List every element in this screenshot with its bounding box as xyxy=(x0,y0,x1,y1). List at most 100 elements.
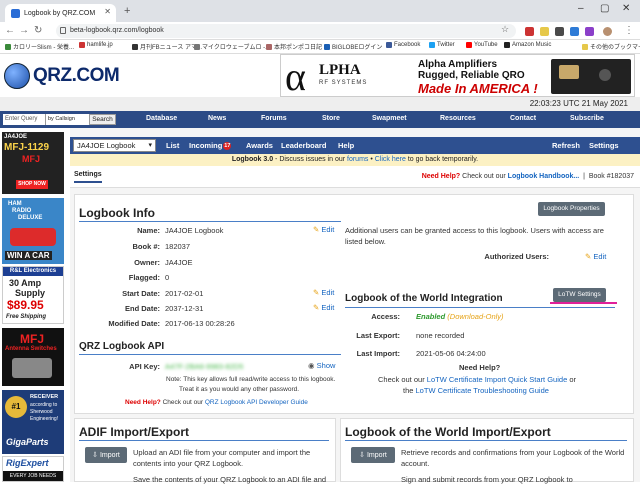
extension-icon[interactable] xyxy=(525,27,534,36)
ad-line2: Rugged, Reliable QRO xyxy=(418,70,525,81)
search-type-select[interactable]: by Callsign xyxy=(45,114,89,125)
gigaparts-ad[interactable]: #1 RECEIVER according to Sherwood Engine… xyxy=(2,390,64,454)
menu-resources[interactable]: Resources xyxy=(440,115,476,122)
adif-import-button[interactable]: ⇩ Import xyxy=(85,447,127,463)
api-note2: Treat it as you would any other password… xyxy=(179,386,300,393)
edit-end-date[interactable]: ✎ Edit xyxy=(313,303,334,312)
main-menu: Enter Query by Callsign Search Database … xyxy=(0,111,640,128)
modified-date: 2017-06-13 00:28:26 xyxy=(165,319,235,328)
url-text: beta-logbook.qrz.com/logbook xyxy=(70,27,164,34)
edit-name[interactable]: ✎ Edit xyxy=(313,225,334,234)
lotw-troubleshooting-link[interactable]: LoTW Certificate Troubleshooting Guide xyxy=(416,386,549,395)
divider xyxy=(345,307,615,308)
nav-leaderboard[interactable]: Leaderboard xyxy=(281,141,326,150)
alpha-symbol: α xyxy=(285,54,306,99)
lotw-ie-title: Logbook of the World Import/Export xyxy=(345,425,551,439)
owner-link[interactable]: JA4JOE xyxy=(165,258,193,267)
nav-settings[interactable]: Settings xyxy=(589,141,619,150)
nav-help[interactable]: Help xyxy=(338,141,354,150)
bookmark-item[interactable]: hamlife.jp xyxy=(79,42,113,48)
menu-swapmeet[interactable]: Swapmeet xyxy=(372,115,407,122)
rl-electronics-ad[interactable]: R&L Electronics 30 Amp Supply $89.95 Fre… xyxy=(2,266,64,324)
lotw-import-button[interactable]: ⇩ Import xyxy=(351,447,395,463)
back-icon[interactable]: ← xyxy=(5,25,15,36)
show-api-key[interactable]: ◉ Show xyxy=(308,361,335,370)
pencil-icon: ✎ xyxy=(313,303,320,312)
bookmark-item[interactable]: YouTube xyxy=(466,42,498,48)
handbook-link[interactable]: Logbook Handbook... xyxy=(508,173,580,180)
bookmark-item[interactable]: 月刊FBニュース アマ... xyxy=(132,42,202,51)
lock-icon xyxy=(60,27,66,34)
profile-avatar[interactable] xyxy=(603,27,612,36)
bookmark-item[interactable]: Amazon Music xyxy=(504,42,551,48)
menu-subscribe[interactable]: Subscribe xyxy=(570,115,604,122)
lotw-settings-button[interactable]: LoTW Settings xyxy=(553,288,606,302)
ad-brand: LPHA xyxy=(319,62,361,78)
menu-contact[interactable]: Contact xyxy=(510,115,536,122)
nav-awards[interactable]: Awards xyxy=(246,141,273,150)
amazon-music-icon xyxy=(504,42,510,48)
bookmarks-bar: カロリーSlism - 栄養... hamlife.jp 月刊FBニュース アマ… xyxy=(0,40,640,54)
minimize-icon[interactable]: – xyxy=(578,3,584,14)
new-tab-icon[interactable]: + xyxy=(124,5,130,17)
edit-start-date[interactable]: ✎ Edit xyxy=(313,288,334,297)
bookmark-item[interactable]: マイクロウェーブムロ -... xyxy=(194,42,270,51)
menu-store[interactable]: Store xyxy=(322,115,340,122)
api-guide-link[interactable]: QRZ Logbook API Developer Guide xyxy=(205,399,308,406)
menu-news[interactable]: News xyxy=(208,115,226,122)
bookmark-item[interactable]: Facebook xyxy=(386,42,420,48)
alpha-amplifiers-ad[interactable]: α LPHA RF SYSTEMS Alpha Amplifiers Rugge… xyxy=(280,54,635,99)
nav-list[interactable]: List xyxy=(166,141,179,150)
shop-now-button[interactable]: SHOP NOW xyxy=(16,180,48,189)
star-icon[interactable]: ☆ xyxy=(501,24,509,35)
window-close-icon[interactable]: ✕ xyxy=(622,3,630,14)
flagged-count: 0 xyxy=(165,273,170,282)
maximize-icon[interactable]: ▢ xyxy=(600,3,609,14)
qrz-logo[interactable]: QRZ.COM xyxy=(4,63,120,89)
highlight-underline xyxy=(550,302,617,304)
lotw-import-export-panel: Logbook of the World Import/Export ⇩ Imp… xyxy=(340,418,634,484)
search-button[interactable]: Search xyxy=(89,114,116,125)
notice-banner: Logbook 3.0 - Discuss issues in our foru… xyxy=(70,154,640,166)
click-here-link[interactable]: Click here xyxy=(375,156,406,163)
menu-dots-icon[interactable]: ⋮ xyxy=(624,25,634,36)
reload-icon[interactable]: ↻ xyxy=(34,25,42,36)
url-field[interactable]: beta-logbook.qrz.com/logbook xyxy=(56,24,516,38)
bookmark-item[interactable]: その他のブックマーク xyxy=(582,42,640,51)
forums-link[interactable]: forums xyxy=(347,156,368,163)
menu-database[interactable]: Database xyxy=(146,115,177,122)
bookmark-item[interactable]: Twitter xyxy=(429,42,455,48)
bookmark-icon xyxy=(5,43,11,50)
book-number: Book #182037 xyxy=(588,173,634,180)
mfj-antenna-switch-ad[interactable]: MFJ Antenna Switches xyxy=(2,328,64,386)
settings-tabs: Settings Need Help? Check out our Logboo… xyxy=(70,166,640,188)
nav-refresh[interactable]: Refresh xyxy=(552,141,580,150)
api-help: Need Help? Check out our QRZ Logbook API… xyxy=(125,399,308,406)
extension-icon[interactable] xyxy=(555,27,564,36)
logbook-name: JA4JOE Logbook xyxy=(165,226,224,235)
mfj-ad[interactable]: JA4JOE MFJ-1129 MFJ SHOP NOW xyxy=(2,132,64,194)
bookmark-item[interactable]: 本邦ポンポコ日記 xyxy=(266,42,322,51)
nav-incoming[interactable]: Incoming 17 xyxy=(189,141,232,151)
logbook-properties-button[interactable]: Logbook Properties xyxy=(538,202,605,216)
tab-close-icon[interactable]: ✕ xyxy=(104,7,111,16)
rigexpert-ad[interactable]: RigExpert EVERY JOB NEEDS xyxy=(2,456,64,482)
ham-radio-deluxe-ad[interactable]: HAM RADIO DELUXE WIN A CAR xyxy=(2,198,64,264)
settings-panel: Logbook Info Logbook Properties Name: JA… xyxy=(74,194,634,414)
bookmark-item[interactable]: カロリーSlism - 栄養... xyxy=(5,42,74,51)
forward-icon[interactable]: → xyxy=(19,25,29,36)
browser-tab[interactable]: Logbook by QRZ.COM ✕ xyxy=(5,4,116,22)
api-key-value: A47F-2BA6-9983-82D5 xyxy=(165,362,244,371)
menu-forums[interactable]: Forums xyxy=(261,115,287,122)
lotw-help-line1: Check out our LoTW Certificate Import Qu… xyxy=(378,375,577,384)
lotw-last-export: none recorded xyxy=(416,331,465,340)
extension-icon[interactable] xyxy=(570,27,579,36)
browser-tab-bar: Logbook by QRZ.COM ✕ + – ▢ ✕ xyxy=(0,0,640,22)
logbook-select[interactable]: JA4JOE Logbook xyxy=(73,139,156,152)
edit-users[interactable]: ✎ Edit xyxy=(585,252,606,261)
lotw-quickstart-link[interactable]: LoTW Certificate Import Quick Start Guid… xyxy=(427,375,567,384)
bookmark-item[interactable]: BIGLOBEログイン xyxy=(324,42,382,51)
tab-settings[interactable]: Settings xyxy=(74,171,102,183)
extension-icon[interactable] xyxy=(585,27,594,36)
extension-icon[interactable] xyxy=(540,27,549,36)
